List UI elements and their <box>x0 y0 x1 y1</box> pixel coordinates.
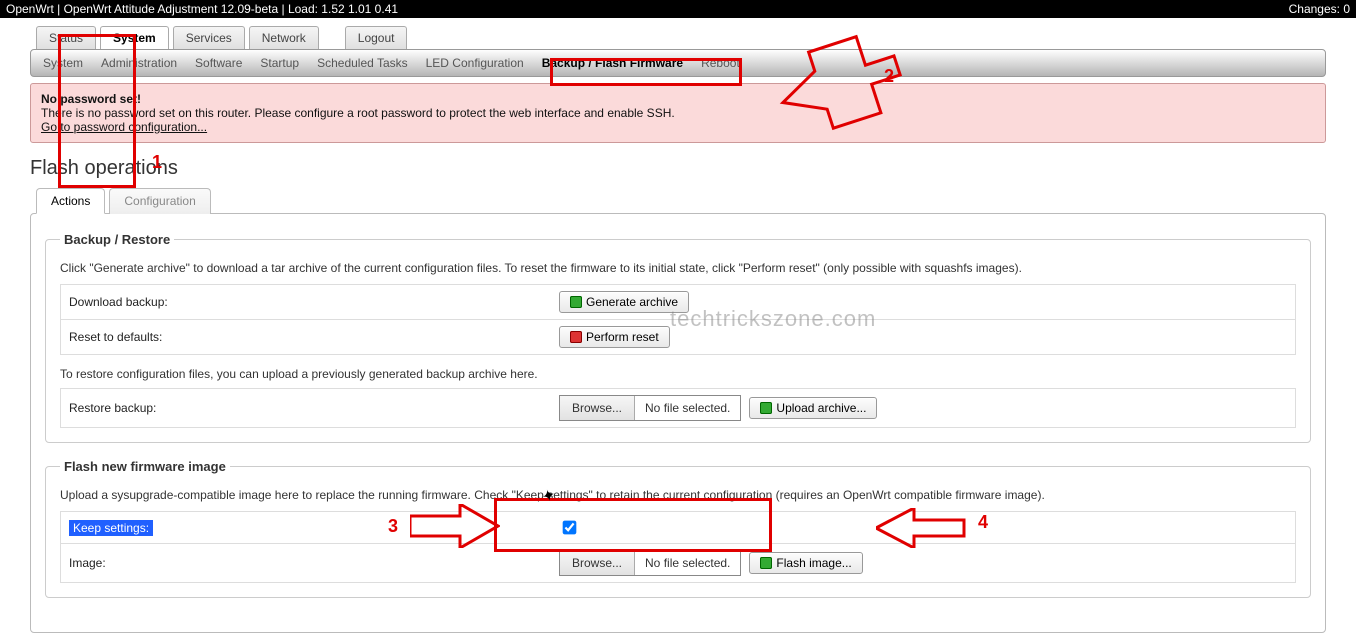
flash-firmware-desc: Upload a sysupgrade-compatible image her… <box>60 488 1296 502</box>
subtab-administration[interactable]: Administration <box>101 56 177 70</box>
keep-settings-row: Keep settings: <box>60 511 1296 544</box>
subtab-scheduled-tasks[interactable]: Scheduled Tasks <box>317 56 408 70</box>
page-title: Flash operations <box>30 157 1326 180</box>
download-icon <box>570 296 582 308</box>
tab-logout[interactable]: Logout <box>345 26 408 49</box>
subtab-backup-flash-firmware[interactable]: Backup / Flash Firmware <box>542 56 683 70</box>
tab-services[interactable]: Services <box>173 26 245 49</box>
reset-defaults-row: Reset to defaults: Perform reset <box>60 319 1296 355</box>
topbar-right: Changes: 0 <box>1289 2 1350 16</box>
flash-firmware-legend: Flash new firmware image <box>60 459 230 474</box>
restore-note: To restore configuration files, you can … <box>60 367 1296 381</box>
top-status-bar: OpenWrt | OpenWrt Attitude Adjustment 12… <box>0 0 1356 18</box>
inner-tab-configuration[interactable]: Configuration <box>109 188 210 214</box>
image-file-text: No file selected. <box>635 551 740 575</box>
download-backup-row: Download backup: Generate archive <box>60 284 1296 320</box>
topbar-left: OpenWrt | OpenWrt Attitude Adjustment 12… <box>6 2 398 16</box>
flash-firmware-section: Flash new firmware image Upload a sysupg… <box>45 459 1311 598</box>
perform-reset-button[interactable]: Perform reset <box>559 326 670 348</box>
inner-tabs: Actions Configuration <box>30 188 1326 214</box>
subtab-startup[interactable]: Startup <box>260 56 299 70</box>
upload-archive-button[interactable]: Upload archive... <box>749 397 877 419</box>
inner-tab-actions[interactable]: Actions <box>36 188 105 214</box>
subtab-led-configuration[interactable]: LED Configuration <box>426 56 524 70</box>
image-row: Image: Browse... No file selected. Flash… <box>60 543 1296 583</box>
reset-icon <box>570 331 582 343</box>
subtab-reboot[interactable]: Reboot <box>701 56 740 70</box>
tab-system[interactable]: System <box>100 26 169 49</box>
tab-network[interactable]: Network <box>249 26 319 49</box>
warning-text: There is no password set on this router.… <box>41 106 675 120</box>
actions-panel: Backup / Restore Click "Generate archive… <box>30 213 1326 633</box>
warning-title: No password set! <box>41 92 141 106</box>
image-file-input[interactable]: Browse... No file selected. <box>559 550 741 576</box>
image-browse-button[interactable]: Browse... <box>560 551 635 575</box>
restore-browse-button[interactable]: Browse... <box>560 396 635 420</box>
image-label: Image: <box>69 556 559 570</box>
keep-settings-checkbox[interactable] <box>563 521 577 535</box>
no-password-warning: No password set! There is no password se… <box>30 83 1326 143</box>
restore-file-text: No file selected. <box>635 396 740 420</box>
reset-defaults-label: Reset to defaults: <box>69 330 559 344</box>
warning-link[interactable]: Go to password configuration... <box>41 120 207 134</box>
keep-settings-label: Keep settings: <box>69 520 153 536</box>
subtab-system[interactable]: System <box>43 56 83 70</box>
download-backup-label: Download backup: <box>69 295 559 309</box>
backup-restore-legend: Backup / Restore <box>60 232 174 247</box>
restore-backup-label: Restore backup: <box>69 401 559 415</box>
flash-image-button[interactable]: Flash image... <box>749 552 862 574</box>
flash-icon <box>760 557 772 569</box>
backup-restore-desc: Click "Generate archive" to download a t… <box>60 261 1296 275</box>
restore-backup-row: Restore backup: Browse... No file select… <box>60 388 1296 428</box>
sub-tabs: System Administration Software Startup S… <box>30 49 1326 77</box>
tab-status[interactable]: Status <box>36 26 96 49</box>
restore-file-input[interactable]: Browse... No file selected. <box>559 395 741 421</box>
subtab-software[interactable]: Software <box>195 56 242 70</box>
backup-restore-section: Backup / Restore Click "Generate archive… <box>45 232 1311 443</box>
upload-icon <box>760 402 772 414</box>
generate-archive-button[interactable]: Generate archive <box>559 291 689 313</box>
main-tabs: Status System Services Network Logout <box>30 26 1326 49</box>
